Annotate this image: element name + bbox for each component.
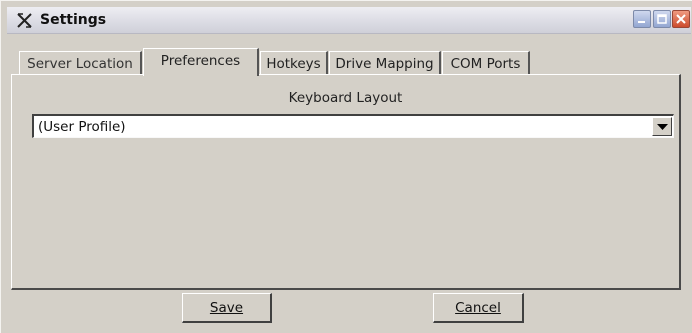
preferences-panel: Keyboard Layout (User Profile) <box>11 74 681 290</box>
tab-drive-mapping[interactable]: Drive Mapping <box>329 51 441 75</box>
settings-window: Settings Server Location Preferences Hot… <box>0 0 692 333</box>
chevron-down-icon <box>657 124 668 130</box>
save-button-label: Save <box>209 300 244 316</box>
tab-server-location[interactable]: Server Location <box>19 51 142 75</box>
cancel-button-label: Cancel <box>455 300 501 316</box>
minimize-icon <box>638 21 645 23</box>
cancel-button[interactable]: Cancel <box>433 293 524 323</box>
dropdown-arrow-button[interactable] <box>652 117 672 136</box>
tab-preferences[interactable]: Preferences <box>143 48 259 76</box>
window-title: Settings <box>40 12 107 28</box>
x-logo-icon <box>17 13 32 28</box>
maximize-icon <box>657 14 667 24</box>
keyboard-layout-value: (User Profile) <box>38 119 126 135</box>
tab-com-ports[interactable]: COM Ports <box>442 51 530 75</box>
minimize-button[interactable] <box>633 10 651 28</box>
tab-hotkeys[interactable]: Hotkeys <box>260 51 328 75</box>
save-button[interactable]: Save <box>182 293 272 323</box>
close-button[interactable] <box>672 10 690 28</box>
title-bar[interactable]: Settings <box>7 7 691 34</box>
maximize-button[interactable] <box>653 10 671 28</box>
keyboard-layout-dropdown[interactable]: (User Profile) <box>32 114 674 138</box>
close-icon <box>676 14 686 24</box>
keyboard-layout-label: Keyboard Layout <box>288 90 403 106</box>
